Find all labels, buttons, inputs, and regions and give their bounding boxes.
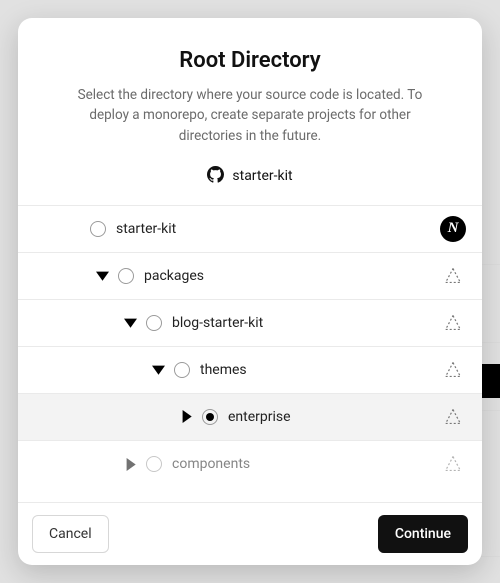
radio-button[interactable] — [202, 409, 218, 425]
nextjs-icon: N — [440, 216, 466, 242]
radio-button[interactable] — [118, 268, 134, 284]
framework-unknown-icon — [440, 263, 466, 289]
root-directory-modal: Root Directory Select the directory wher… — [18, 18, 482, 565]
framework-unknown-icon — [440, 451, 466, 477]
directory-label: blog-starter-kit — [172, 315, 440, 331]
radio-button[interactable] — [90, 221, 106, 237]
framework-unknown-icon — [440, 310, 466, 336]
tree-row-blog-starter-kit[interactable]: blog-starter-kit — [18, 300, 482, 347]
tree-row-themes[interactable]: themes — [18, 347, 482, 394]
cancel-button[interactable]: Cancel — [32, 515, 109, 553]
modal-subtitle: Select the directory where your source c… — [52, 85, 448, 146]
directory-label: enterprise — [228, 409, 440, 425]
repo-name: starter-kit — [232, 168, 292, 184]
directory-label: packages — [144, 268, 440, 284]
radio-button[interactable] — [146, 456, 162, 472]
repo-indicator: starter-kit — [52, 166, 448, 187]
modal-footer: Cancel Continue — [18, 502, 482, 565]
tree-row-components[interactable]: components — [18, 441, 482, 488]
tree-row-packages[interactable]: packages — [18, 253, 482, 300]
tree-row-starter-kit[interactable]: starter-kitN — [18, 206, 482, 253]
collapse-icon[interactable] — [150, 362, 166, 378]
directory-label: starter-kit — [116, 221, 440, 237]
radio-button[interactable] — [146, 315, 162, 331]
modal-title: Root Directory — [52, 48, 448, 73]
continue-button[interactable]: Continue — [378, 515, 468, 553]
expand-icon[interactable] — [178, 409, 194, 425]
radio-button[interactable] — [174, 362, 190, 378]
collapse-icon[interactable] — [122, 315, 138, 331]
expand-icon[interactable] — [122, 456, 138, 472]
modal-header: Root Directory Select the directory wher… — [18, 18, 482, 205]
directory-tree: starter-kitNpackagesblog-starter-kitthem… — [18, 205, 482, 502]
directory-label: themes — [200, 362, 440, 378]
tree-row-enterprise[interactable]: enterprise — [18, 394, 482, 441]
collapse-icon[interactable] — [94, 268, 110, 284]
github-icon — [207, 166, 224, 187]
directory-label: components — [172, 456, 440, 472]
framework-unknown-icon — [440, 404, 466, 430]
framework-unknown-icon — [440, 357, 466, 383]
